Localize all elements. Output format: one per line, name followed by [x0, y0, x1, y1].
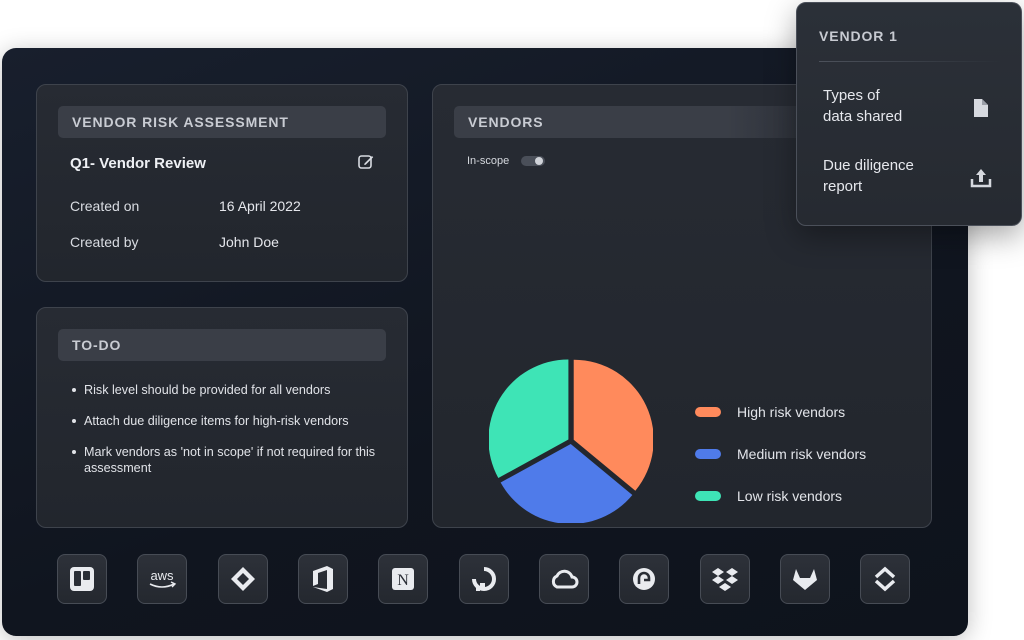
todo-item: Risk level should be provided for all ve…	[70, 382, 380, 398]
data-shared-line1: Types of	[823, 87, 880, 104]
gitlab-icon[interactable]	[780, 554, 830, 604]
created-on-value: 16 April 2022	[219, 198, 301, 214]
todo-card-header: TO-DO	[58, 329, 386, 361]
due-diligence-line1: Due diligence	[823, 157, 914, 174]
shield-logo-icon[interactable]	[619, 554, 669, 604]
data-shared-line2: data shared	[823, 108, 903, 125]
assessment-card: VENDOR RISK ASSESSMENT Q1- Vendor Review…	[36, 84, 408, 282]
in-scope-toggle[interactable]	[521, 156, 546, 166]
risk-pie-chart	[489, 359, 653, 523]
edit-icon[interactable]	[357, 153, 375, 171]
todo-card: TO-DO Risk level should be provided for …	[36, 307, 408, 528]
assessment-card-header: VENDOR RISK ASSESSMENT	[58, 106, 386, 138]
popover-divider	[819, 61, 1001, 62]
popover-title: VENDOR 1	[819, 28, 898, 44]
due-diligence-link[interactable]: Due diligence report	[823, 155, 953, 197]
legend-label-high: High risk vendors	[737, 404, 846, 420]
created-by-value: John Doe	[219, 234, 279, 250]
created-by-label: Created by	[70, 234, 139, 250]
google-cloud-icon[interactable]	[539, 554, 589, 604]
legend-item-high: High risk vendors	[695, 391, 866, 433]
legend-label-low: Low risk vendors	[737, 488, 843, 504]
todo-item: Mark vendors as 'not in scope' if not re…	[70, 444, 380, 476]
legend-item-low: Low risk vendors	[695, 475, 866, 517]
dropbox-icon[interactable]	[700, 554, 750, 604]
office-icon[interactable]	[298, 554, 348, 604]
legend-swatch-medium	[695, 449, 721, 459]
legend-item-medium: Medium risk vendors	[695, 433, 866, 475]
todo-item: Attach due diligence items for high-risk…	[70, 413, 380, 429]
due-diligence-line2: report	[823, 178, 863, 195]
vendors-card-header: VENDORS	[454, 106, 844, 138]
diamond-logo-icon[interactable]	[218, 554, 268, 604]
todo-list: Risk level should be provided for all ve…	[70, 382, 380, 491]
data-shared-link[interactable]: Types of data shared	[823, 85, 953, 127]
aws-icon-text: aws	[150, 568, 174, 583]
upload-icon[interactable]	[969, 166, 993, 190]
trello-icon[interactable]	[57, 554, 107, 604]
notion-icon[interactable]: N	[378, 554, 428, 604]
document-icon[interactable]	[969, 96, 993, 120]
notion-icon-text: N	[397, 572, 409, 589]
in-scope-filter: In-scope	[467, 155, 546, 167]
created-on-label: Created on	[70, 198, 140, 214]
aws-icon[interactable]: aws	[137, 554, 187, 604]
review-title: Q1- Vendor Review	[70, 155, 206, 172]
in-scope-label: In-scope	[467, 155, 510, 167]
vendor-popover: VENDOR 1 Types of data shared Due dilige…	[796, 2, 1022, 226]
legend-swatch-low	[695, 491, 721, 501]
legend-label-medium: Medium risk vendors	[737, 446, 867, 462]
chart-legend: High risk vendors Medium risk vendors Lo…	[695, 391, 866, 517]
chevrons-logo-icon[interactable]	[860, 554, 910, 604]
legend-swatch-high	[695, 407, 721, 417]
digitalocean-icon[interactable]	[459, 554, 509, 604]
